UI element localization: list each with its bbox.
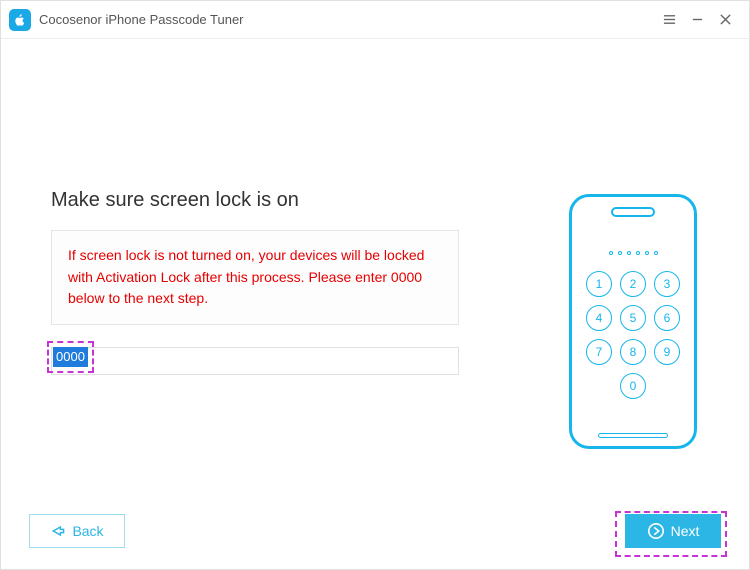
next-arrow-icon — [647, 522, 665, 540]
keypad-key: 2 — [620, 271, 646, 297]
app-title: Cocosenor iPhone Passcode Tuner — [39, 12, 244, 27]
titlebar: Cocosenor iPhone Passcode Tuner — [1, 1, 749, 39]
keypad-key: 9 — [654, 339, 680, 365]
menu-button[interactable] — [655, 6, 683, 34]
keypad-key: 5 — [620, 305, 646, 331]
footer: Back Next — [1, 511, 749, 551]
next-button[interactable]: Next — [625, 514, 721, 548]
back-button[interactable]: Back — [29, 514, 125, 548]
phone-illustration: 1 2 3 4 5 6 7 8 9 0 — [569, 194, 697, 449]
next-button-label: Next — [671, 523, 700, 539]
keypad-key: 8 — [620, 339, 646, 365]
passcode-dots — [609, 251, 658, 255]
phone-homebar — [598, 433, 668, 438]
keypad-key: 1 — [586, 271, 612, 297]
keypad-key: 6 — [654, 305, 680, 331]
keypad-key: 0 — [620, 373, 646, 399]
keypad-key: 7 — [586, 339, 612, 365]
passcode-row: 0000 — [51, 347, 459, 375]
close-icon — [719, 13, 732, 26]
app-logo — [9, 9, 31, 31]
main-content: Make sure screen lock is on If screen lo… — [1, 39, 749, 569]
minimize-button[interactable] — [683, 6, 711, 34]
keypad-key: 3 — [654, 271, 680, 297]
warning-message: If screen lock is not turned on, your de… — [51, 230, 459, 325]
phone-notch — [611, 207, 655, 217]
phone-keypad: 1 2 3 4 5 6 7 8 9 0 — [586, 271, 680, 399]
back-button-label: Back — [72, 523, 103, 539]
menu-icon — [663, 13, 676, 26]
passcode-input[interactable] — [51, 347, 459, 375]
keypad-key: 4 — [586, 305, 612, 331]
back-arrow-icon — [50, 524, 66, 538]
apple-icon — [13, 13, 27, 27]
minimize-icon — [691, 13, 704, 26]
close-button[interactable] — [711, 6, 739, 34]
